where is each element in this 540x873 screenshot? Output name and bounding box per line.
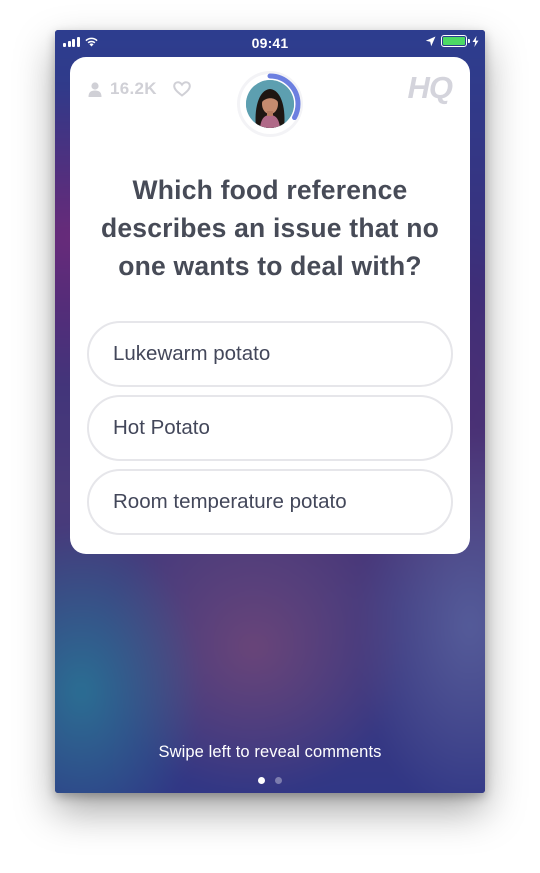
answer-option-3[interactable]: Room temperature potato — [87, 469, 453, 535]
page-indicator[interactable] — [55, 777, 485, 784]
status-time: 09:41 — [251, 35, 289, 51]
status-bar: 09:41 — [55, 30, 485, 54]
question-text: Which food reference describes an issue … — [100, 175, 440, 281]
status-right — [425, 35, 479, 47]
swipe-hint: Swipe left to reveal comments — [158, 743, 382, 761]
location-arrow-icon — [425, 36, 436, 46]
charging-bolt-icon — [472, 35, 479, 47]
page-dot-1[interactable] — [258, 777, 265, 784]
page-dot-2[interactable] — [275, 777, 282, 784]
person-icon — [88, 81, 102, 97]
question-card: 16.2K HQ Which food reference describes … — [70, 57, 470, 554]
phone-screen: 09:41 16.2K HQ Which food reference desc… — [55, 30, 485, 793]
heart-icon[interactable] — [173, 81, 191, 97]
answer-option-1[interactable]: Lukewarm potato — [87, 321, 453, 387]
host-avatar — [246, 80, 294, 128]
host-portrait — [246, 80, 294, 128]
battery-fill — [443, 37, 465, 45]
answer-option-2[interactable]: Hot Potato — [87, 395, 453, 461]
host-timer — [234, 68, 306, 140]
card-meta: 16.2K — [88, 79, 191, 99]
battery-icon — [441, 35, 470, 47]
hq-logo: HQ — [407, 70, 453, 105]
viewer-count: 16.2K — [110, 79, 157, 98]
